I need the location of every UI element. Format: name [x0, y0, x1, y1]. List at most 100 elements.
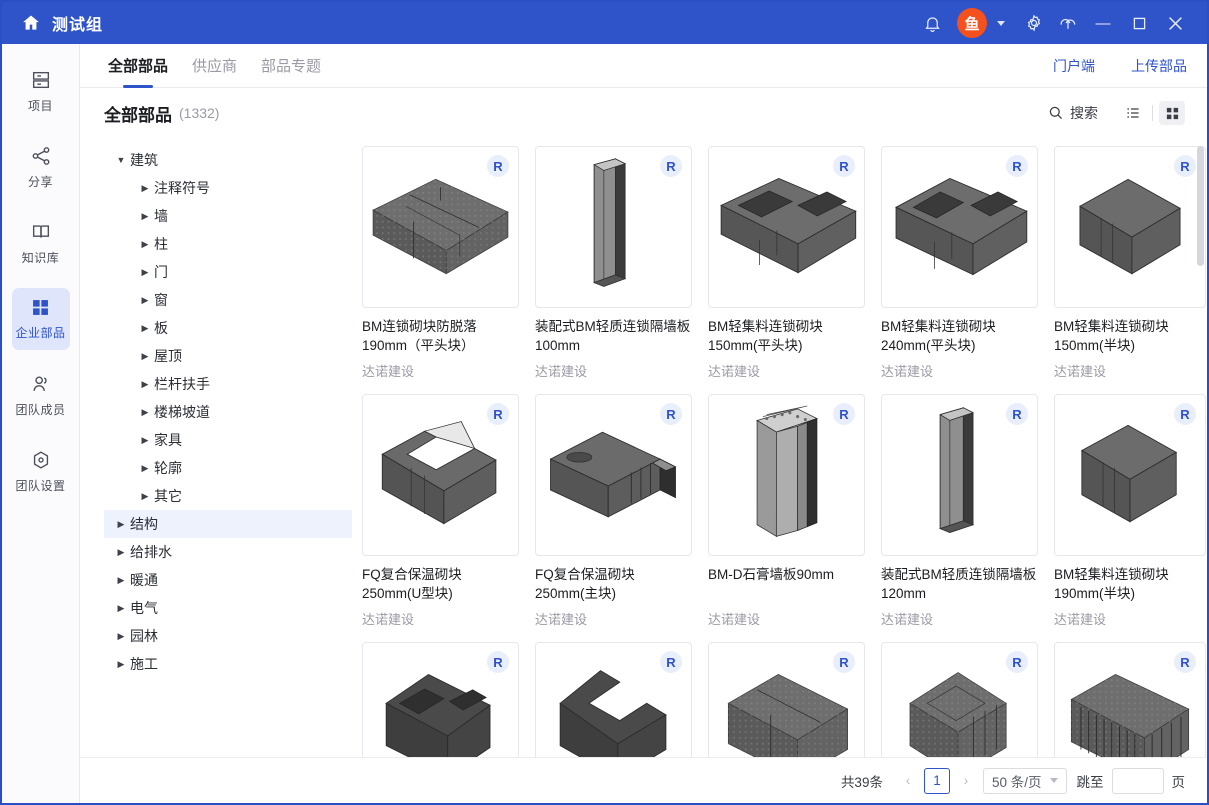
part-card[interactable]: R 装配式BM轻质连锁隔墙板120mm 达诺建设 — [881, 394, 1038, 628]
part-card[interactable]: R — [362, 642, 519, 757]
tree-node-structure[interactable]: ▶ 结构 — [104, 510, 352, 538]
chevron-right-icon[interactable]: ▶ — [136, 211, 154, 222]
sidebar-item-share[interactable]: 分享 — [12, 136, 70, 198]
chevron-right-icon[interactable]: ▶ — [136, 351, 154, 362]
tree-node-plumbing[interactable]: ▶ 给排水 — [104, 538, 352, 566]
chevron-right-icon[interactable]: ▶ — [136, 407, 154, 418]
chevron-right-icon[interactable]: ▶ — [136, 183, 154, 194]
part-thumbnail[interactable]: R — [535, 394, 692, 556]
chevron-right-icon[interactable]: ▶ — [112, 519, 130, 530]
part-card[interactable]: R BM轻集料连锁砌块190mm(半块) 达诺建设 — [1054, 394, 1206, 628]
tree-node-construction[interactable]: ▶ 施工 — [104, 650, 352, 678]
chevron-right-icon[interactable]: ▶ — [136, 491, 154, 502]
chevron-right-icon[interactable]: ▶ — [112, 659, 130, 670]
chevron-right-icon[interactable]: ▶ — [136, 379, 154, 390]
part-supplier: 达诺建设 — [708, 364, 761, 379]
part-thumbnail[interactable]: R — [708, 394, 865, 556]
parts-grid-scroll[interactable]: R BM连锁砌块防脱落190mm（平头块） 达诺建设 R 装配式BM轻质连锁隔墙… — [352, 138, 1207, 757]
part-thumbnail[interactable]: R — [881, 394, 1038, 556]
chevron-right-icon[interactable]: ▶ — [136, 463, 154, 474]
tree-node-landscape[interactable]: ▶ 园林 — [104, 622, 352, 650]
sidebar-item-knowledge[interactable]: 知识库 — [12, 212, 70, 274]
chevron-right-icon[interactable]: ▶ — [112, 547, 130, 558]
bell-icon[interactable] — [915, 6, 949, 40]
tree-node-profile[interactable]: ▶ 轮廓 — [104, 454, 352, 482]
part-thumbnail[interactable]: R — [535, 146, 692, 308]
part-card[interactable]: R 装配式BM轻质连锁隔墙板100mm 达诺建设 — [535, 146, 692, 380]
part-card[interactable]: R BM连锁砌块防脱落190mm（平头块） 达诺建设 — [362, 146, 519, 380]
gear-icon[interactable] — [1017, 6, 1051, 40]
part-card[interactable]: R BM轻集料连锁砌块240mm(平头块) 达诺建设 — [881, 146, 1038, 380]
tree-node-other[interactable]: ▶ 其它 — [104, 482, 352, 510]
chevron-right-icon[interactable]: ▶ — [112, 603, 130, 614]
prev-page-button[interactable]: ‹ — [897, 769, 919, 793]
tree-node-wall[interactable]: ▶ 墙 — [104, 202, 352, 230]
portal-link[interactable]: 门户端 — [1053, 56, 1095, 76]
chevron-down-icon[interactable]: ▼ — [112, 155, 130, 165]
page-number-1[interactable]: 1 — [923, 767, 950, 794]
tree-node-annotation[interactable]: ▶ 注释符号 — [104, 174, 352, 202]
tree-node-building[interactable]: ▼ 建筑 — [104, 146, 352, 174]
chevron-right-icon[interactable]: ▶ — [136, 295, 154, 306]
chevron-down-icon[interactable] — [997, 20, 1005, 26]
tree-node-railing[interactable]: ▶ 栏杆扶手 — [104, 370, 352, 398]
tree-node-column[interactable]: ▶ 柱 — [104, 230, 352, 258]
chevron-right-icon[interactable]: ▶ — [112, 575, 130, 586]
vertical-scrollbar[interactable] — [1197, 146, 1204, 755]
avatar[interactable]: 鱼 — [957, 8, 987, 38]
upload-part-link[interactable]: 上传部品 — [1131, 56, 1187, 76]
part-thumbnail[interactable]: R — [708, 146, 865, 308]
chevron-right-icon[interactable]: ▶ — [112, 631, 130, 642]
jump-page-input[interactable] — [1111, 767, 1164, 794]
part-card[interactable]: R BM-D石膏墙板90mm 达诺建设 — [708, 394, 865, 628]
grid-view-button[interactable] — [1159, 101, 1185, 125]
part-thumbnail[interactable]: R — [1054, 642, 1206, 757]
tree-node-electrical[interactable]: ▶ 电气 — [104, 594, 352, 622]
chevron-right-icon[interactable]: ▶ — [136, 239, 154, 250]
part-card[interactable]: R BM轻集料连锁砌块150mm(平头块) 达诺建设 — [708, 146, 865, 380]
next-page-button[interactable]: › — [955, 769, 977, 793]
part-thumbnail[interactable]: R — [362, 146, 519, 308]
tab-suppliers[interactable]: 供应商 — [180, 44, 249, 88]
part-thumbnail[interactable]: R — [362, 394, 519, 556]
cloud-upload-icon[interactable] — [1051, 6, 1085, 40]
tree-node-roof[interactable]: ▶ 屋顶 — [104, 342, 352, 370]
sidebar-item-enterprise-parts[interactable]: 企业部品 — [11, 288, 70, 350]
part-card[interactable]: R FQ复合保温砌块250mm(主块) 达诺建设 — [535, 394, 692, 628]
part-card[interactable]: R — [535, 642, 692, 757]
tree-node-window[interactable]: ▶ 窗 — [104, 286, 352, 314]
sidebar-item-project[interactable]: 项目 — [12, 60, 70, 122]
tree-node-door[interactable]: ▶ 门 — [104, 258, 352, 286]
part-card[interactable]: R FQ复合保温砌块250mm(U型块) 达诺建设 — [362, 394, 519, 628]
chevron-right-icon[interactable]: ▶ — [136, 267, 154, 278]
part-card[interactable]: R — [1054, 642, 1206, 757]
scrollbar-thumb[interactable] — [1197, 146, 1204, 266]
part-thumbnail[interactable]: R — [362, 642, 519, 757]
part-thumbnail[interactable]: R — [708, 642, 865, 757]
tree-node-slab[interactable]: ▶ 板 — [104, 314, 352, 342]
part-thumbnail[interactable]: R — [881, 146, 1038, 308]
search-button[interactable]: 搜索 — [1048, 103, 1098, 123]
sidebar-item-team-settings[interactable]: 团队设置 — [12, 440, 70, 502]
part-thumbnail[interactable]: R — [1054, 394, 1206, 556]
list-view-button[interactable] — [1120, 101, 1146, 125]
close-button[interactable] — [1157, 6, 1193, 40]
part-card[interactable]: R — [881, 642, 1038, 757]
minimize-button[interactable]: — — [1085, 6, 1121, 40]
tree-node-furniture[interactable]: ▶ 家具 — [104, 426, 352, 454]
chevron-right-icon[interactable]: ▶ — [136, 435, 154, 446]
tree-node-stair-ramp[interactable]: ▶ 楼梯坡道 — [104, 398, 352, 426]
part-thumbnail[interactable]: R — [1054, 146, 1206, 308]
part-thumbnail[interactable]: R — [535, 642, 692, 757]
tab-all-parts[interactable]: 全部部品 — [96, 44, 180, 88]
part-card[interactable]: R BM轻集料连锁砌块150mm(半块) 达诺建设 — [1054, 146, 1206, 380]
part-card[interactable]: R — [708, 642, 865, 757]
tab-part-topics[interactable]: 部品专题 — [249, 44, 333, 88]
sidebar-item-members[interactable]: 团队成员 — [12, 364, 70, 426]
chevron-right-icon[interactable]: ▶ — [136, 323, 154, 334]
tree-node-hvac[interactable]: ▶ 暖通 — [104, 566, 352, 594]
part-thumbnail[interactable]: R — [881, 642, 1038, 757]
maximize-button[interactable] — [1121, 6, 1157, 40]
page-size-select[interactable]: 50 条/页 — [982, 767, 1067, 794]
home-icon[interactable] — [20, 12, 42, 34]
